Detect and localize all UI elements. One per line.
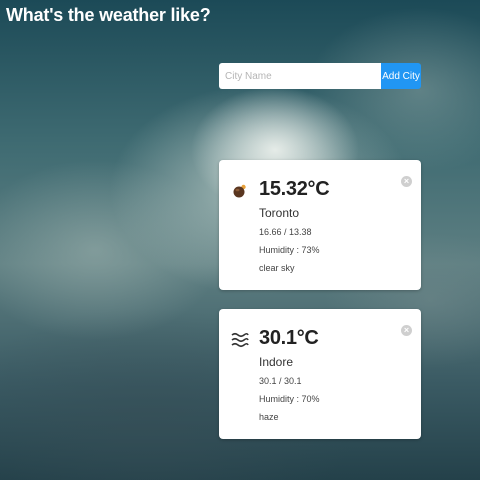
temperature: 15.32°C [259,178,330,200]
sun-partly-cloudy-icon [233,184,246,198]
city-name: Toronto [259,206,300,220]
add-city-button[interactable]: Add City [381,63,421,89]
temperature: 30.1°C [259,327,319,349]
close-icon[interactable]: × [401,176,412,187]
close-icon[interactable]: × [401,325,412,336]
humidity: Humidity : 70% [259,394,320,404]
city-name: Indore [259,355,294,369]
page-title: What's the weather like? [6,5,211,25]
add-city-form: Add City [219,63,421,89]
haze-icon [231,332,249,348]
city-name-input[interactable] [219,63,381,89]
humidity: Humidity : 73% [259,245,320,255]
min-max-temperature: 16.66 / 13.38 [259,227,312,237]
weather-description: clear sky [259,263,295,273]
weather-card: × 15.32°C Toronto 16.66 / 13.38 Humidity… [219,160,421,290]
min-max-temperature: 30.1 / 30.1 [259,376,302,386]
weather-description: haze [259,412,279,422]
weather-card: × 30.1°C Indore 30.1 / 30.1 Humidity : 7… [219,309,421,439]
